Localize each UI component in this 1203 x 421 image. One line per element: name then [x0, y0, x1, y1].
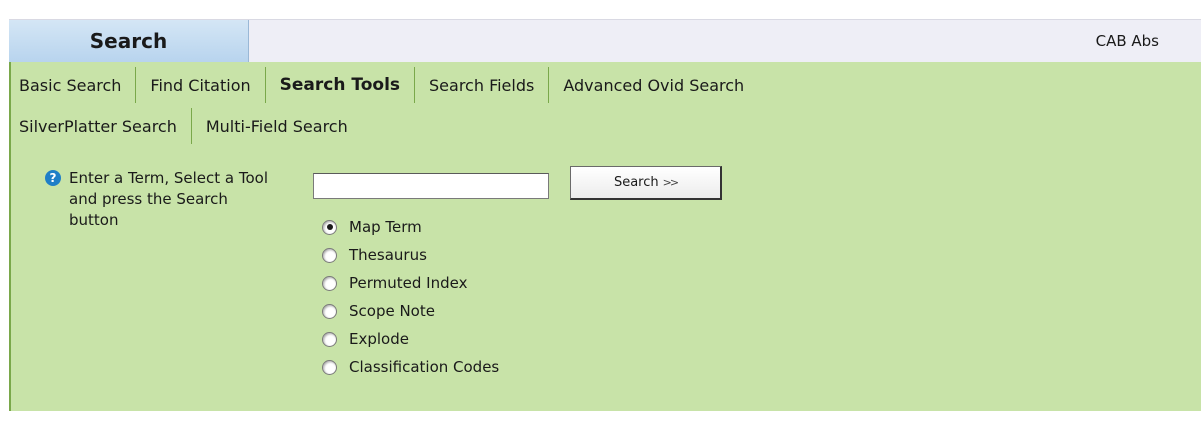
radio-button[interactable] — [322, 275, 337, 291]
tool-option-explode[interactable]: Explode — [322, 325, 499, 353]
tool-option-classification-codes[interactable]: Classification Codes — [322, 353, 499, 381]
radio-button[interactable] — [322, 303, 337, 319]
radio-button[interactable] — [322, 331, 337, 347]
page-header: Search CAB Abs — [9, 19, 1201, 62]
tab-search-fields[interactable]: Search Fields — [429, 67, 550, 103]
tab-row-secondary: SilverPlatter Search Multi-Field Search — [19, 108, 376, 144]
tab-basic-search[interactable]: Basic Search — [19, 67, 137, 103]
tab-search-tools[interactable]: Search Tools — [280, 67, 416, 103]
database-name: CAB Abs — [1095, 32, 1159, 50]
tool-option-scope-note[interactable]: Scope Note — [322, 297, 499, 325]
question-icon: ? — [45, 170, 61, 186]
tool-option-thesaurus[interactable]: Thesaurus — [322, 241, 499, 269]
search-button-label: Search — [613, 175, 659, 190]
search-term-input[interactable] — [313, 173, 549, 199]
tool-option-map-term[interactable]: Map Term — [322, 213, 499, 241]
tool-option-label: Thesaurus — [349, 246, 427, 264]
search-panel: Basic Search Find Citation Search Tools … — [9, 62, 1201, 411]
tab-multi-field-search[interactable]: Multi-Field Search — [206, 108, 362, 144]
radio-button[interactable] — [322, 359, 337, 375]
tab-advanced-ovid-search[interactable]: Advanced Ovid Search — [563, 67, 758, 103]
radio-button[interactable] — [322, 219, 337, 235]
help-text: Enter a Term, Select a Tool and press th… — [69, 169, 269, 229]
tab-find-citation[interactable]: Find Citation — [150, 67, 266, 103]
tool-option-label: Permuted Index — [349, 274, 468, 292]
search-tool-options: Map Term Thesaurus Permuted Index Scope … — [322, 213, 499, 381]
radio-button[interactable] — [322, 247, 337, 263]
tool-option-label: Map Term — [349, 218, 422, 236]
page-title: Search — [9, 20, 249, 62]
tool-option-label: Scope Note — [349, 302, 435, 320]
tool-option-permuted-index[interactable]: Permuted Index — [322, 269, 499, 297]
tool-option-label: Classification Codes — [349, 358, 500, 376]
tool-option-label: Explode — [349, 330, 409, 348]
tab-silverplatter-search[interactable]: SilverPlatter Search — [19, 108, 192, 144]
search-button[interactable]: Search >> — [570, 166, 722, 200]
tab-row-primary: Basic Search Find Citation Search Tools … — [19, 67, 772, 103]
double-chevron-right-icon: >> — [662, 176, 680, 189]
